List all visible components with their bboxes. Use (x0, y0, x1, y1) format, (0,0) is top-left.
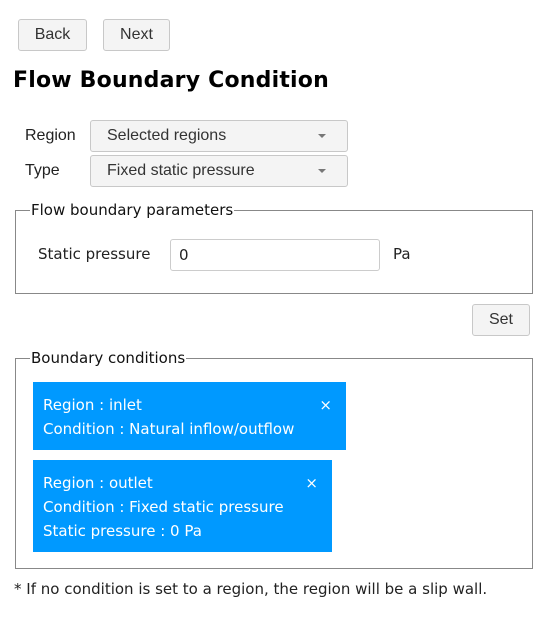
close-icon[interactable]: × (305, 471, 318, 495)
chevron-down-icon (318, 169, 326, 173)
next-button[interactable]: Next (103, 19, 170, 51)
static-pressure-unit: Pa (393, 245, 411, 263)
slip-wall-note: * If no condition is set to a region, th… (14, 580, 488, 598)
type-label: Type (25, 162, 60, 179)
set-button[interactable]: Set (472, 304, 530, 336)
static-pressure-input[interactable] (170, 239, 380, 271)
static-pressure-label: Static pressure (38, 245, 151, 263)
region-label: Region (25, 127, 76, 144)
close-icon[interactable]: × (319, 393, 332, 417)
bc-region-line: Region : inlet (43, 396, 142, 414)
boundary-conditions-legend: Boundary conditions (30, 349, 187, 367)
bc-condition-line: Condition : Fixed static pressure (43, 498, 284, 516)
type-select[interactable]: Fixed static pressure (90, 155, 348, 187)
bc-region-line: Region : outlet (43, 474, 153, 492)
flow-boundary-parameters-legend: Flow boundary parameters (30, 201, 235, 219)
boundary-condition-item: Region : outlet Condition : Fixed static… (33, 460, 332, 552)
region-select[interactable]: Selected regions (90, 120, 348, 152)
bc-static-pressure-line: Static pressure : 0 Pa (43, 522, 202, 540)
page-title: Flow Boundary Condition (13, 68, 329, 93)
back-button[interactable]: Back (18, 19, 87, 51)
region-select-value: Selected regions (107, 127, 227, 144)
type-select-value: Fixed static pressure (107, 162, 255, 179)
bc-condition-line: Condition : Natural inflow/outflow (43, 420, 295, 438)
chevron-down-icon (318, 134, 326, 138)
boundary-condition-item: Region : inlet Condition : Natural inflo… (33, 382, 346, 450)
